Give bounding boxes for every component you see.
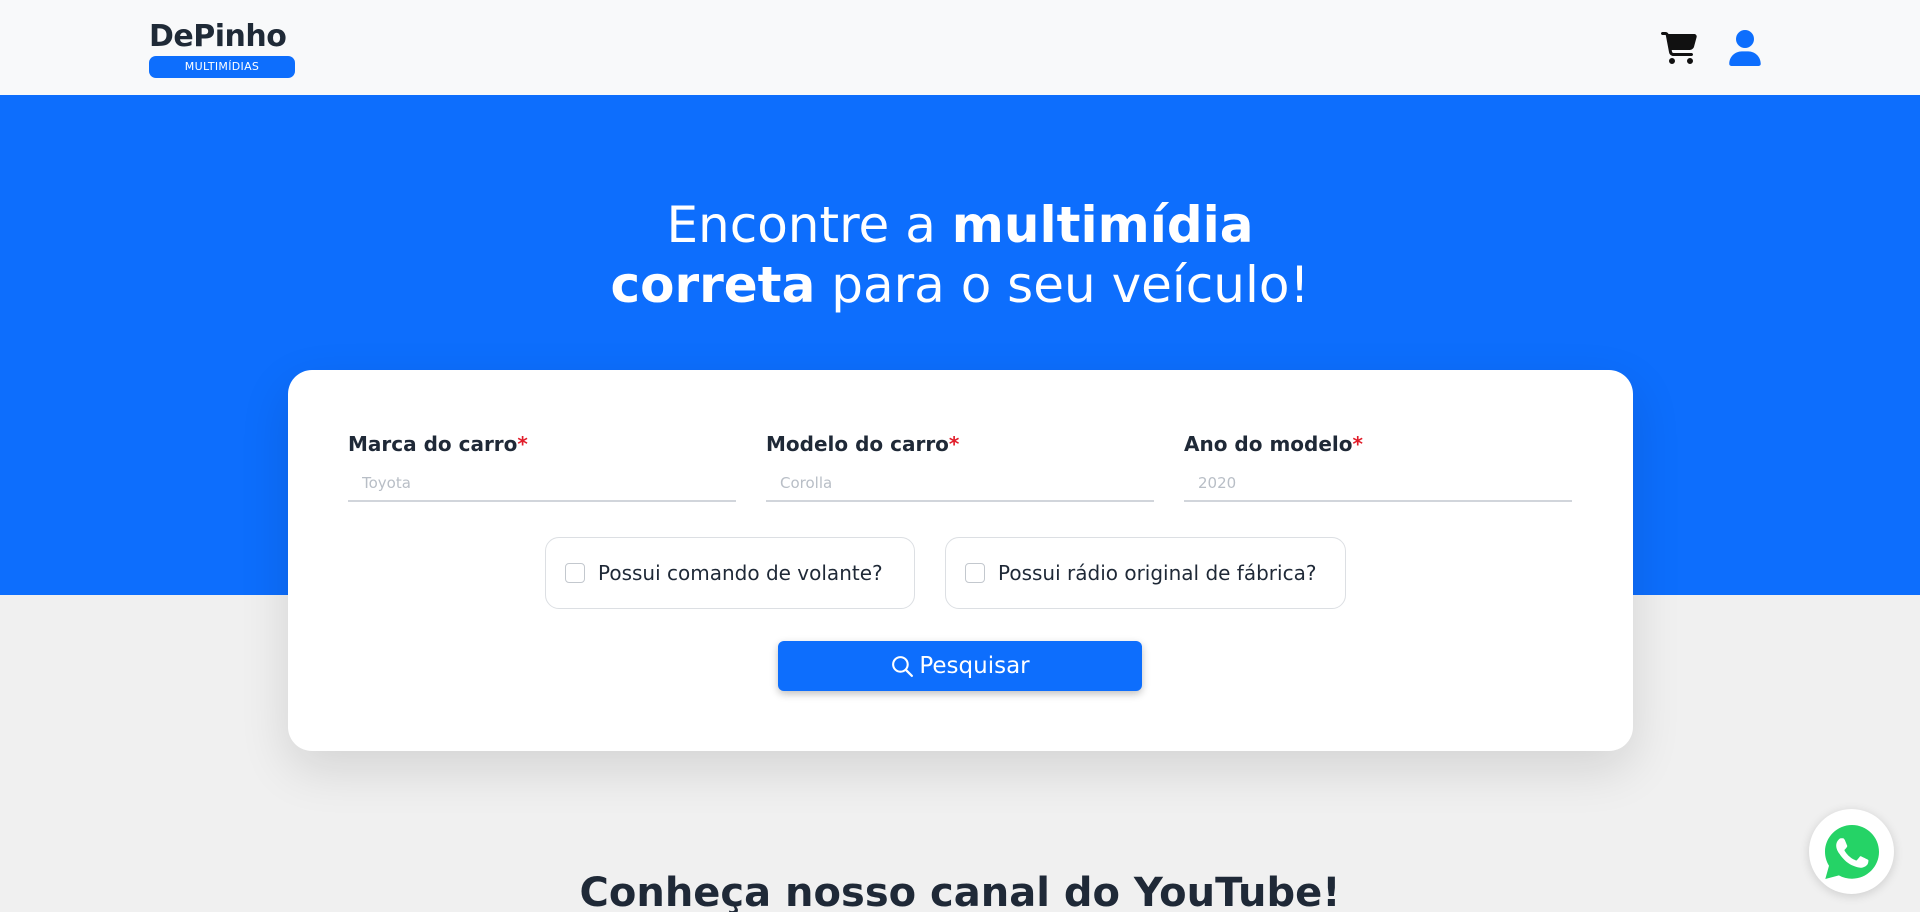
whatsapp-icon bbox=[1824, 824, 1879, 879]
logo-subtitle-badge: MULTIMÍDIAS bbox=[149, 56, 295, 78]
steering-control-checkbox[interactable] bbox=[565, 563, 585, 583]
model-field: Modelo do carro* bbox=[766, 432, 1154, 502]
cart-icon[interactable] bbox=[1661, 30, 1697, 66]
whatsapp-button[interactable] bbox=[1809, 809, 1894, 894]
factory-radio-option[interactable]: Possui rádio original de fábrica? bbox=[945, 537, 1346, 609]
brand-input[interactable] bbox=[348, 466, 736, 502]
steering-control-option[interactable]: Possui comando de volante? bbox=[545, 537, 915, 609]
hero-title: Encontre a multimídia correta para o seu… bbox=[0, 195, 1920, 315]
hero-title-line1-bold: multimídia bbox=[951, 196, 1254, 254]
logo-title: DePinho bbox=[149, 19, 287, 54]
site-logo[interactable]: DePinho MULTIMÍDIAS bbox=[149, 20, 296, 78]
steering-control-label: Possui comando de volante? bbox=[598, 561, 883, 585]
required-mark: * bbox=[517, 432, 528, 456]
model-label: Modelo do carro* bbox=[766, 432, 960, 456]
factory-radio-checkbox[interactable] bbox=[965, 563, 985, 583]
hero-title-line1-regular: Encontre a bbox=[666, 196, 952, 254]
search-button-label: Pesquisar bbox=[919, 653, 1030, 679]
youtube-section-title: Conheça nosso canal do YouTube! bbox=[579, 870, 1341, 912]
year-field: Ano do modelo* bbox=[1184, 432, 1572, 502]
required-mark: * bbox=[948, 432, 960, 456]
year-label: Ano do modelo* bbox=[1184, 432, 1363, 456]
hero-title-line2-bold: correta bbox=[610, 256, 816, 314]
model-input[interactable] bbox=[766, 466, 1154, 502]
search-icon bbox=[892, 655, 914, 677]
search-button[interactable]: Pesquisar bbox=[778, 641, 1142, 691]
brand-label: Marca do carro* bbox=[348, 432, 528, 456]
brand-field: Marca do carro* bbox=[348, 432, 736, 502]
hero-title-line2-regular: para o seu veículo! bbox=[815, 256, 1310, 314]
user-icon[interactable] bbox=[1727, 30, 1763, 66]
site-header: DePinho MULTIMÍDIAS bbox=[0, 0, 1920, 95]
required-mark: * bbox=[1352, 432, 1363, 456]
vehicle-search-card: Marca do carro* Modelo do carro* Ano do … bbox=[288, 370, 1633, 751]
factory-radio-label: Possui rádio original de fábrica? bbox=[998, 561, 1317, 585]
year-input[interactable] bbox=[1184, 466, 1572, 502]
